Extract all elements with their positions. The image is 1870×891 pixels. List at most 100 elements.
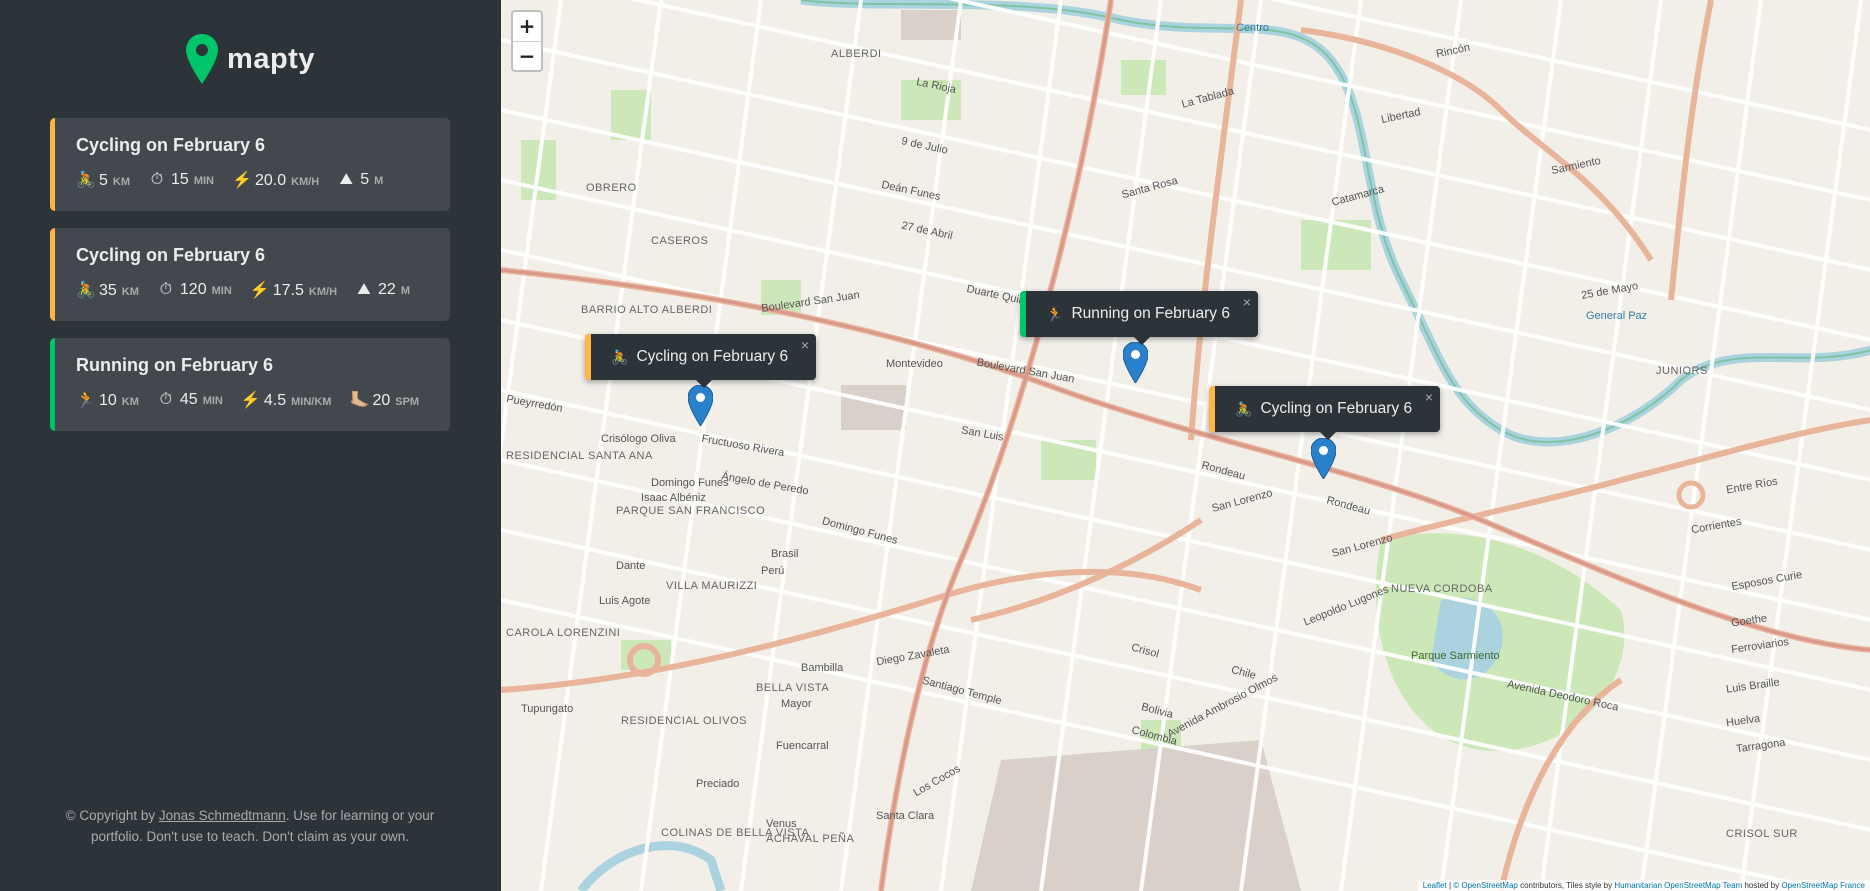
map-marker-icon[interactable] [1123,342,1148,383]
workout-detail-elevation: ⛰ 5 m [337,171,384,189]
map-label: BARRIO ALTO ALBERDI [581,304,713,316]
zoom-in-button[interactable]: + [513,12,541,41]
workout-detail-distance: 🏃 10 km [76,390,139,410]
map-label: Brasil [771,548,799,560]
map-label: JUNIORS [1656,365,1708,377]
map-label: RESIDENCIAL OLIVOS [621,715,747,727]
map-label: BELLA VISTA [756,682,830,694]
runner-icon: 🏃 [1046,305,1064,322]
duration-value: 45 [179,391,198,408]
map-marker-icon[interactable] [688,385,713,426]
stopwatch-icon: ⏱ [150,171,164,188]
zoom-out-button[interactable]: − [513,41,541,70]
workout-popup[interactable]: 🚴 Cycling on February 6 × [585,334,817,388]
workout-item[interactable]: Cycling on February 6 🚴 35 km ⏱ 120 min ⚡️ 17… [50,228,450,321]
duration-unit: min [193,175,214,187]
lightning-icon: ⚡️ [240,392,261,409]
workout-details: 🚴 35 km ⏱ 120 min ⚡️ 17.5 km/h ⛰ 22 m [76,280,424,300]
close-icon[interactable]: × [1425,389,1433,405]
distance-unit: km [112,176,131,188]
copyright: © Copyright by Jonas Schmedtmann. Use fo… [50,805,450,847]
mountain-icon: ⛰ [357,281,371,298]
bicycle-icon: 🚴 [76,172,96,189]
map-label: NUEVA CORDOBA [1391,583,1493,595]
popup-text: Cycling on February 6 [1260,400,1413,417]
map-label: Parque Sarmiento [1411,650,1500,662]
map[interactable]: ALBERDI CASEROS OBRERO BARRIO ALTO ALBER… [500,0,1870,891]
workout-details: 🚴 5 km ⏱ 15 min ⚡️ 20.0 km/h ⛰ 5 m [76,170,424,190]
map-label: Tupungato [521,703,574,715]
distance-value: 5 [99,172,108,189]
map-label: Crisólogo Oliva [601,433,676,445]
workout-detail-distance: 🚴 5 km [76,170,130,190]
map-label: RESIDENCIAL SANTA ANA [506,450,653,462]
workout-detail-cadence: 🦶🏼 20 spm [349,390,419,410]
distance-value: 10 [99,392,117,409]
pace-unit: min/km [291,396,332,408]
speed-value: 17.5 [272,282,304,299]
map-label: Bambilla [801,662,844,674]
pace-value: 4.5 [263,392,287,409]
workout-details: 🏃 10 km ⏱ 45 min ⚡️ 4.5 min/km 🦶🏼 20 spm [76,390,424,410]
workout-title: Running on February 6 [76,355,274,375]
mountain-icon: ⛰ [339,171,353,188]
map-label: Fuencarral [776,740,829,752]
bicycle-icon: 🚴 [1235,400,1253,417]
runner-icon: 🏃 [76,392,96,409]
map-label: CRISOL SUR [1726,828,1798,840]
workout-detail-duration: ⏱ 45 min [157,391,223,409]
workout-item[interactable]: Cycling on February 6 🚴 5 km ⏱ 15 min ⚡️ 20.0… [50,118,450,211]
map-attribution: Leaflet | © OpenStreetMap contributors, … [1417,880,1870,891]
workout-popup[interactable]: 🚴 Cycling on February 6 × [1209,386,1441,440]
workout-detail-duration: ⏱ 15 min [148,171,214,189]
speed-unit: km/h [308,286,338,298]
map-label: Dante [616,560,646,572]
map-label: CAROLA LORENZINI [506,627,621,639]
osm-link[interactable]: © OpenStreetMap [1453,881,1518,890]
distance-unit: km [121,286,139,298]
map-label: General Paz [1586,310,1648,322]
elevation-unit: m [400,285,410,297]
map-label: PARQUE SAN FRANCISCO [616,505,766,517]
lightning-icon: ⚡️ [249,282,270,299]
attribution-text: contributors, Tiles style by [1517,881,1615,890]
elevation-unit: m [374,175,384,187]
map-label: OBRERO [586,182,637,194]
leaflet-link[interactable]: Leaflet [1423,881,1447,890]
map-label: Preciado [696,778,740,790]
close-icon[interactable]: × [801,337,809,353]
map-label: ACHAVAL PEÑA [766,833,855,845]
stopwatch-icon: ⏱ [159,281,173,298]
logo-text: mapty [227,42,315,75]
popup-text: Running on February 6 [1071,305,1230,322]
duration-value: 15 [171,171,189,188]
hot-link[interactable]: Humanitarian OpenStreetMap Team [1614,881,1742,890]
close-icon[interactable]: × [1243,294,1251,310]
bicycle-icon: 🚴 [76,282,96,299]
osmfr-link[interactable]: OpenStreetMap France [1781,881,1865,890]
stopwatch-icon: ⏱ [159,391,173,408]
map-pin-icon [186,34,219,84]
popup-text: Cycling on February 6 [636,348,789,365]
workout-item[interactable]: Running on February 6 🏃 10 km ⏱ 45 min ⚡️ 4.5… [50,338,450,431]
author-link[interactable]: Jonas Schmedtmann [159,808,286,823]
map-marker-icon[interactable] [1311,438,1336,479]
workout-list: Cycling on February 6 🚴 5 km ⏱ 15 min ⚡️ 20.0… [50,118,450,431]
map-label: CASEROS [651,235,709,247]
workout-detail-distance: 🚴 35 km [76,280,139,300]
cadence-unit: spm [395,396,420,408]
lightning-icon: ⚡️ [231,172,252,189]
map-label: Centro [1236,22,1270,34]
distance-value: 35 [99,282,117,299]
workout-detail-speed: ⚡️ 20.0 km/h [232,170,319,190]
speed-value: 20.0 [254,172,287,189]
duration-unit: min [211,285,232,297]
workout-title: Cycling on February 6 [76,135,266,155]
map-label: Santa Clara [876,810,935,822]
attribution-text: hosted by [1742,881,1782,890]
elevation-value: 5 [360,171,370,188]
map-label: Perú [761,565,785,577]
map-label: ALBERDI [831,48,882,60]
map-label: Venus [766,818,797,830]
workout-popup[interactable]: 🏃 Running on February 6 × [1020,291,1258,345]
